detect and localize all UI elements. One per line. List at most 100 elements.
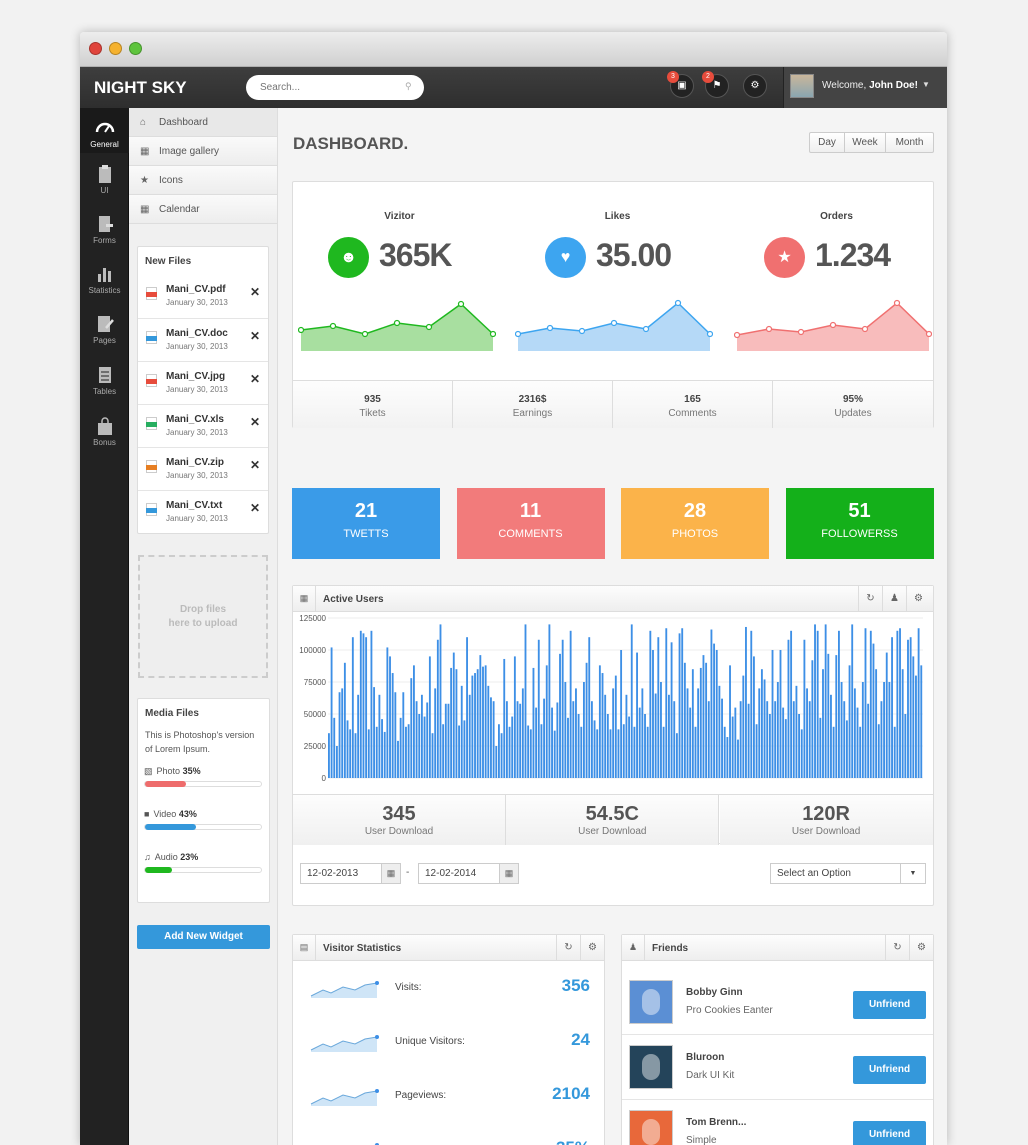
chart-bar [830,694,832,778]
unfriend-button[interactable]: Unfriend [853,1121,926,1145]
unfriend-button[interactable]: Unfriend [853,991,926,1019]
chart-bar [628,716,631,778]
unfriend-button[interactable]: Unfriend [853,1056,926,1084]
media-progress-fill [145,867,173,873]
close-icon[interactable]: ✕ [250,415,260,429]
media-percent: 43% [178,809,197,819]
tile-comments[interactable]: 11 COMMENTS [456,488,605,559]
visitor-stat-value: 35% [556,1138,590,1145]
friend-name[interactable]: Bluroon [686,1052,724,1063]
file-item[interactable]: Mani_CV.xls January 30, 2013 ✕ [138,404,268,447]
sidebar-item-forms[interactable]: Forms [80,214,129,245]
chart-bar [399,717,402,778]
file-name[interactable]: Mani_CV.txt [166,500,222,511]
calendar-icon[interactable]: ▦ [499,863,519,884]
sidebar-item-ui[interactable]: UI [80,164,129,195]
range-week-button[interactable]: Week [844,132,886,153]
close-window-button[interactable] [89,42,102,55]
summary-updates: 95% Updates [773,380,933,428]
chart-bar [500,733,503,778]
sparkline-point [489,330,496,338]
file-name[interactable]: Mani_CV.jpg [166,371,225,382]
close-icon[interactable]: ✕ [250,372,260,386]
file-dropzone[interactable]: Drop files here to upload [138,555,268,678]
chart-bar [808,701,811,778]
flags-button[interactable]: ⚑ 2 [702,71,729,98]
tile-photos[interactable]: 28 PHOTOS [621,488,769,559]
search-input[interactable] [246,75,424,100]
file-name[interactable]: Mani_CV.pdf [166,284,226,295]
friend-name[interactable]: Tom Brenn... [686,1117,746,1128]
user-icon[interactable]: ♟ [882,586,906,611]
sidebar-item-statistics[interactable]: Statistics [80,264,129,295]
minimize-window-button[interactable] [109,42,122,55]
maximize-window-button[interactable] [129,42,142,55]
range-day-button[interactable]: Day [809,132,845,153]
chart-bar [822,669,824,778]
sidebar-item-tables[interactable]: Tables [80,365,129,396]
chart-bar [612,688,615,778]
gear-icon[interactable]: ⚙ [580,935,604,960]
chart-bar [702,655,705,778]
chart-bar [593,720,596,778]
app-logo[interactable]: NIGHT SKY [94,78,187,98]
chart-bar [670,642,673,778]
chart-bar [537,639,540,778]
tile-followerss[interactable]: 51 FOLLOWERSS [785,488,934,559]
file-item[interactable]: Mani_CV.jpg January 30, 2013 ✕ [138,361,268,404]
close-icon[interactable]: ✕ [250,329,260,343]
friend-name[interactable]: Bobby Ginn [686,987,743,998]
user-name: John Doe! [869,80,918,91]
file-name[interactable]: Mani_CV.zip [166,457,224,468]
refresh-icon[interactable]: ↻ [885,935,909,960]
chart-bar [349,729,352,778]
file-item[interactable]: Mani_CV.pdf January 30, 2013 ✕ [138,275,268,318]
range-month-button[interactable]: Month [885,132,934,153]
close-icon[interactable]: ✕ [250,285,260,299]
close-icon[interactable]: ✕ [250,501,260,515]
sidebar-label: Tables [92,387,117,396]
sparkline-point [674,299,682,307]
settings-button[interactable]: ⚙ [743,74,767,98]
search-icon[interactable]: ⚲ [405,81,412,92]
gear-icon[interactable]: ⚙ [909,935,933,960]
sparkline-area [301,304,493,351]
close-icon[interactable]: ✕ [250,458,260,472]
chart-bar [888,682,891,778]
gear-icon[interactable]: ⚙ [906,586,930,611]
add-new-widget-button[interactable]: Add New Widget [137,925,270,949]
sidebar-label: General [90,140,119,149]
subnav-item-calendar[interactable]: ▦ Calendar [129,195,277,224]
media-percent: 35% [182,766,201,776]
chart-bar [577,714,580,778]
refresh-icon[interactable]: ↻ [556,935,580,960]
file-item[interactable]: Mani_CV.txt January 30, 2013 ✕ [138,490,268,533]
chart-bar [760,669,763,778]
file-name[interactable]: Mani_CV.xls [166,414,224,425]
chart-bar [875,669,878,778]
chart-bar [583,682,585,778]
sidebar-item-general[interactable]: General [80,108,129,153]
subnav-item-icons[interactable]: ★ Icons [129,166,277,195]
chart-bar [529,729,532,778]
user-menu[interactable]: Welcome, John Doe! ▼ [783,67,947,108]
date-to-input[interactable]: 12-02-2014 [418,863,500,884]
file-item[interactable]: Mani_CV.zip January 30, 2013 ✕ [138,447,268,490]
date-from-input[interactable]: 12-02-2013 [300,863,382,884]
tile-twetts[interactable]: 21 TWETTS [292,488,440,559]
file-name[interactable]: Mani_CV.doc [166,328,228,339]
sparkline-point [610,319,618,327]
file-item[interactable]: Mani_CV.doc January 30, 2013 ✕ [138,318,268,361]
sidebar-item-pages[interactable]: Pages [80,314,129,345]
chart-bar [516,701,519,778]
chart-bar [460,685,463,778]
sidebar-item-bonus[interactable]: Bonus [80,416,129,447]
option-select[interactable]: Select an Option ▼ [770,863,926,884]
messages-button[interactable]: ▣ 3 [667,71,694,98]
subnav-item-dashboard[interactable]: ⌂ Dashboard [129,108,277,137]
subnav-item-image-gallery[interactable]: ▦ Image gallery [129,137,277,166]
refresh-icon[interactable]: ↻ [858,586,882,611]
calendar-icon[interactable]: ▦ [381,863,401,884]
heart-icon: ♥ [545,237,586,278]
friend-row: Bobby Ginn Pro Cookies Eanter Unfriend [622,970,933,1035]
